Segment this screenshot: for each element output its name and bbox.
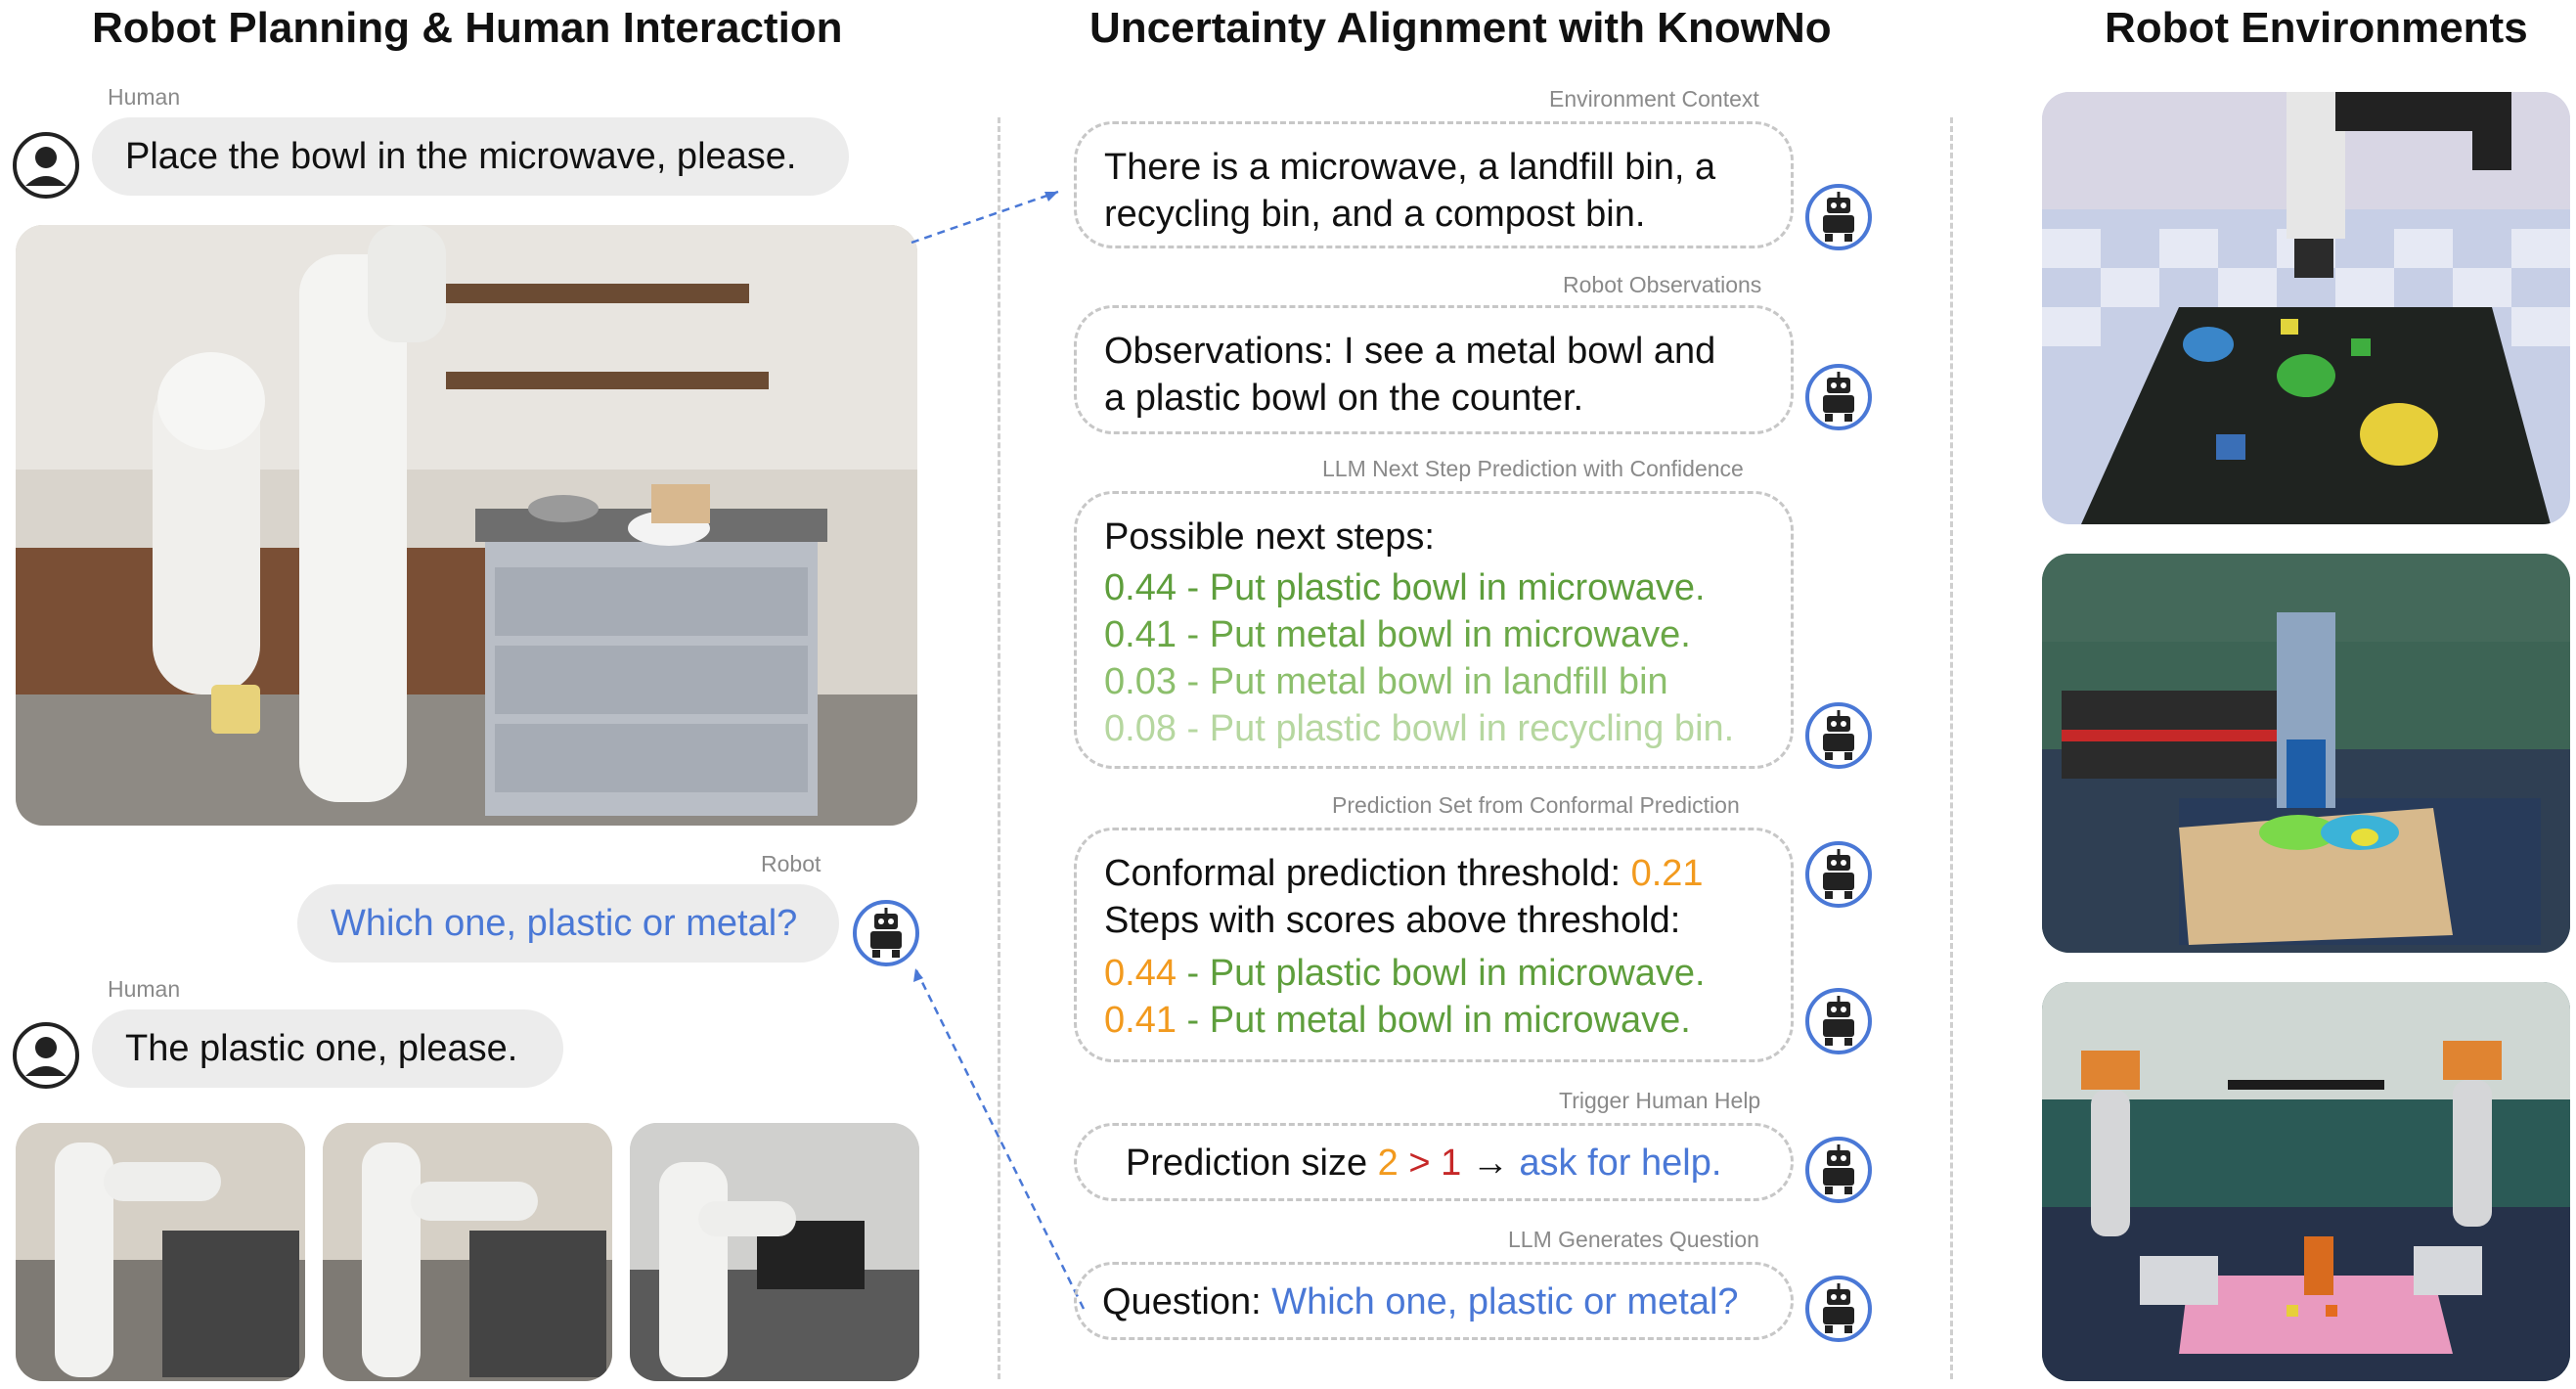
trigger-help-label: Trigger Human Help <box>1559 1088 1761 1113</box>
cp-set-text: - Put plastic bowl in microwave. <box>1176 953 1706 994</box>
trigger-prefix: Prediction size <box>1126 1143 1378 1184</box>
real-lab-ur-arm-photo <box>2042 554 2570 953</box>
conformal-prediction-box: Conformal prediction threshold: 0.21 Ste… <box>1074 828 1794 1062</box>
ask-for-help-text: ask for help. <box>1519 1143 1722 1184</box>
llm-prediction-label: LLM Next Step Prediction with Confidence <box>1322 456 1744 481</box>
robot-icon <box>1805 184 1872 250</box>
cp-set-score: 0.41 <box>1104 1000 1177 1041</box>
threshold-one: 1 <box>1441 1143 1462 1184</box>
greater-than-sign: > <box>1398 1143 1442 1184</box>
cp-set-text: - Put metal bowl in microwave. <box>1176 1000 1691 1041</box>
robot-icon <box>1805 702 1872 769</box>
robot-observations-box: Observations: I see a metal bowl and a p… <box>1074 305 1794 434</box>
observations-line-1: Observations: I see a metal bowl and <box>1104 331 1716 372</box>
prediction-option-4: 0.08 - Put plastic bowl in recycling bin… <box>1104 708 1735 749</box>
arrow-glyph: → <box>1461 1143 1520 1184</box>
prediction-option-3: 0.03 - Put metal bowl in landfill bin <box>1104 661 1668 702</box>
env-context-label: Environment Context <box>1549 86 1759 112</box>
question-label: LLM Generates Question <box>1508 1227 1759 1252</box>
simulation-environment-photo <box>2042 92 2570 524</box>
env-context-line-2: recycling bin, and a compost bin. <box>1104 194 1646 235</box>
cp-steps-header: Steps with scores above threshold: <box>1104 900 1681 941</box>
prediction-option-1: 0.44 - Put plastic bowl in microwave. <box>1104 567 1706 608</box>
llm-prediction-box: Possible next steps: 0.44 - Put plastic … <box>1074 491 1794 769</box>
question-prefix: Question: <box>1102 1281 1272 1322</box>
robot-icon <box>1805 1276 1872 1342</box>
robot-icon <box>1805 841 1872 908</box>
robot-icon <box>1805 1137 1872 1203</box>
question-box: Question: Which one, plastic or metal? <box>1074 1262 1794 1340</box>
prediction-size-value: 2 <box>1377 1143 1399 1184</box>
trigger-help-box: Prediction size 2 > 1 → ask for help. <box>1074 1123 1794 1201</box>
question-text: Which one, plastic or metal? <box>1271 1281 1739 1322</box>
robot-icon <box>1805 988 1872 1054</box>
prediction-option-2: 0.41 - Put metal bowl in microwave. <box>1104 614 1691 655</box>
observations-line-2: a plastic bowl on the counter. <box>1104 378 1584 419</box>
cp-set-score: 0.44 <box>1104 953 1177 994</box>
robot-observations-label: Robot Observations <box>1563 272 1762 297</box>
robot-icon <box>1805 364 1872 430</box>
real-lab-kuka-arms-photo <box>2042 982 2570 1381</box>
cp-threshold-text: Conformal prediction threshold: <box>1104 853 1631 894</box>
conformal-prediction-label: Prediction Set from Conformal Prediction <box>1332 792 1740 818</box>
env-context-box: There is a microwave, a landfill bin, a … <box>1074 121 1794 248</box>
cp-threshold-value: 0.21 <box>1630 853 1704 894</box>
cp-set-item-2: 0.41 - Put metal bowl in microwave. <box>1104 997 1763 1044</box>
cp-threshold-line: Conformal prediction threshold: 0.21 <box>1104 850 1763 897</box>
prediction-header: Possible next steps: <box>1104 516 1435 558</box>
cp-set-item-1: 0.44 - Put plastic bowl in microwave. <box>1104 950 1763 997</box>
env-context-line-1: There is a microwave, a landfill bin, a <box>1104 147 1716 188</box>
